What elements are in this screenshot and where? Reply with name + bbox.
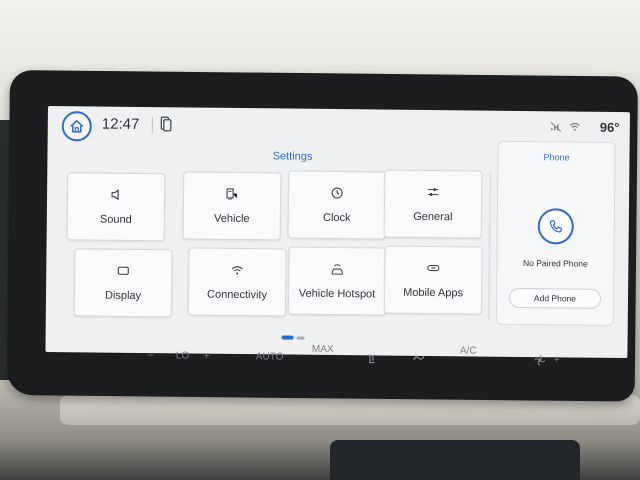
fan-plus-button[interactable]: + [554, 354, 560, 365]
tile-clock[interactable]: Clock [287, 170, 387, 240]
sliders-icon [428, 188, 439, 197]
phone-projection-icon[interactable] [160, 116, 172, 137]
add-phone-button[interactable]: Add Phone [508, 287, 602, 309]
air-vent [330, 440, 580, 480]
tile-sound-label: Sound [99, 213, 132, 226]
settings-title: Settings [272, 150, 313, 163]
auto-climate-button[interactable]: AUTO [256, 351, 284, 362]
fan-icon[interactable] [534, 354, 546, 369]
phone-panel[interactable]: Phone No Paired Phone Add Phone [495, 140, 616, 326]
speaker-icon [111, 189, 119, 201]
vehicle-icon [226, 188, 238, 200]
home-icon [70, 120, 84, 133]
tile-connectivity[interactable]: Connectivity [187, 247, 287, 317]
home-button[interactable] [61, 111, 92, 142]
tile-mobile-apps-label: Mobile Apps [403, 286, 464, 300]
hotspot-icon [331, 264, 343, 275]
clock-icon [331, 187, 343, 199]
fan-increase-button[interactable]: + [204, 351, 210, 362]
display-icon [117, 266, 129, 275]
max-defrost-button[interactable]: MAX [312, 344, 334, 355]
tile-vehicle[interactable]: Vehicle [182, 171, 282, 241]
recirculation-icon[interactable] [412, 353, 426, 366]
phone-button[interactable] [537, 208, 574, 245]
fan-decrease-button[interactable]: − [148, 350, 154, 361]
climate-bar: − LO + AUTO MAX A/C + [130, 340, 630, 379]
clock-time: 12:47 [101, 115, 140, 133]
infotainment-screen: 12:47 96° Settings Sound Vehicle Clock G… [45, 106, 630, 359]
page-dot [296, 336, 305, 340]
fan-level-label: LO [175, 350, 190, 362]
ac-button[interactable]: A/C [460, 345, 477, 356]
tile-general[interactable]: General [383, 169, 483, 239]
link-icon [427, 264, 440, 272]
tile-vehicle-hotspot-label: Vehicle Hotspot [298, 287, 376, 301]
tile-vehicle-label: Vehicle [214, 212, 250, 226]
tile-connectivity-label: Connectivity [207, 288, 268, 302]
signal-off-icon [550, 121, 562, 132]
phone-status-text: No Paired Phone [522, 257, 588, 269]
outside-temperature: 96° [599, 119, 620, 135]
phone-icon [549, 220, 562, 233]
page-dot-active [281, 335, 294, 340]
tile-vehicle-hotspot[interactable]: Vehicle Hotspot [287, 246, 387, 316]
tile-display[interactable]: Display [73, 248, 173, 318]
phone-title: Phone [543, 152, 570, 163]
tile-mobile-apps[interactable]: Mobile Apps [383, 245, 483, 315]
seat-climate-icon[interactable] [366, 352, 378, 367]
panel-divider [487, 170, 492, 321]
tile-sound[interactable]: Sound [66, 172, 166, 242]
tile-general-label: General [413, 210, 453, 224]
wifi-status-icon [569, 122, 580, 131]
tile-display-label: Display [104, 289, 142, 302]
wifi-icon [231, 266, 243, 275]
tile-clock-label: Clock [323, 211, 351, 225]
connectivity-status [550, 120, 581, 132]
status-separator [151, 117, 153, 134]
